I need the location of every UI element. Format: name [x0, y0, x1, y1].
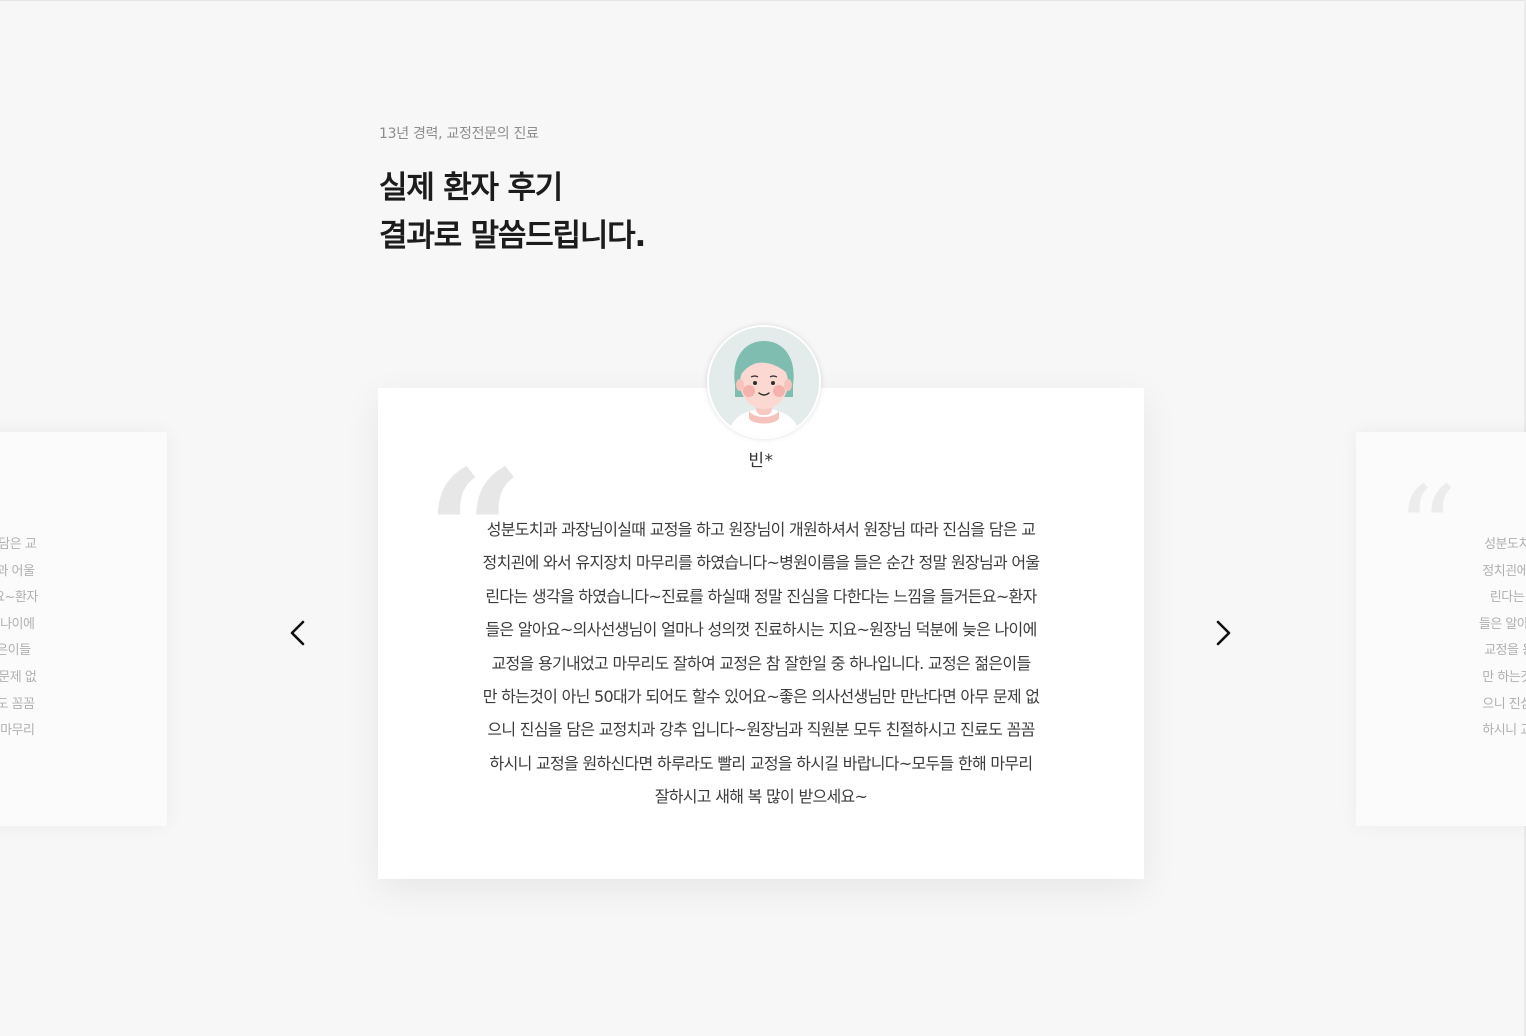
section-title: 실제 환자 후기 결과로 말씀드립니다.: [379, 164, 646, 260]
review-line: 성분도치과 과장님이실때 교정을 하고 원장님이 개원하셔서 원장님 따라 진심…: [486, 520, 1036, 539]
reviewer-name: 빈*: [748, 451, 774, 471]
review-line: 잘하시고 새해 복 많이 받으세요~: [654, 787, 868, 807]
patient-avatar-icon: [707, 325, 821, 439]
review-line: 만 하는것이 아닌 50대가 되어도 할수 있어요~좋은 의사선생님만 만난다면…: [482, 687, 1040, 707]
review-line: 정치괸에 와서 유지장치 마무리를 하였습니다~병원이름을 들은 순간 정말 원…: [482, 553, 1041, 573]
review-card-previous[interactable]: 따라 진심을 담은 교 정말 원장님과 어울 심을 들거든요~환자 덕분에 늦은…: [0, 432, 167, 826]
chevron-right-icon: [1216, 620, 1231, 646]
section-title-line: 실제 환자 후기: [379, 170, 563, 206]
review-line: 들은 알아요~의시: [1478, 616, 1526, 632]
review-card-previous-text: 따라 진심을 담은 교 정말 원장님과 어울 심을 들거든요~환자 덕분에 늦은…: [0, 532, 167, 745]
top-divider: [0, 0, 1526, 1]
prev-review-button[interactable]: [281, 616, 315, 650]
review-line: 따라 진심을 담은 교: [0, 537, 37, 552]
review-line: 만 하는것이 아닌: [1482, 669, 1526, 685]
chevron-left-icon: [290, 620, 305, 646]
review-line: 들은 알아요~의사선생님이 얼마나 성의껏 진료하시는 지요~원장님 덕분에 늦…: [485, 620, 1037, 640]
review-card-next-text: 성분도치과 과장 정치괸에 와서 유 린다는 생각을 들은 알아요~의시 교정을…: [1356, 532, 1526, 745]
review-line: 린다는 생각을: [1489, 590, 1526, 606]
review-line: 덕분에 늦은 나이에: [0, 616, 35, 632]
section-title-line: 결과로 말씀드립니다.: [379, 218, 646, 254]
reviews-section: 13년 경력, 교정전문의 진료 실제 환자 후기 결과로 말씀드립니다. 따라…: [0, 0, 1526, 1036]
review-line: 으니 진심을 담은: [1482, 696, 1526, 712]
review-line: 성분도치과 과장: [1484, 537, 1526, 552]
section-eyebrow: 13년 경력, 교정전문의 진료: [379, 126, 539, 142]
review-card-next[interactable]: “ 성분도치과 과장 정치괸에 와서 유 린다는 생각을 들은 알아요~의시 교…: [1356, 432, 1526, 826]
review-line: 난다면 아무 문제 없: [0, 669, 37, 685]
review-line: 하시니 교정을 원하신다면 하루라도 빨리 교정을 하시길 바랍니다~모두들 한…: [489, 753, 1034, 773]
review-line: 하시니 교정을 원: [1482, 723, 1526, 739]
review-line: 정치괸에 와서 유: [1482, 563, 1526, 579]
review-line: 교정을 용기내었: [1484, 643, 1526, 659]
review-line: 하시고 진료도 꼼꼼: [0, 696, 35, 712]
review-line: 으니 진심을 담은 교정치과 강추 입니다~원장님과 직원분 모두 친절하시고 …: [487, 720, 1035, 740]
review-line: 심을 들거든요~환자: [0, 590, 38, 606]
review-line: 정말 원장님과 어울: [0, 563, 35, 579]
review-line: 린다는 생각을 하였습니다~진료를 하실때 정말 진심을 다한다는 느낌을 들거…: [485, 586, 1037, 606]
review-line: 교정을 용기내었고 마무리도 잘하여 교정은 참 잘한일 중 하나입니다. 교정…: [491, 653, 1032, 673]
next-review-button[interactable]: [1206, 616, 1240, 650]
review-body: 성분도치과 과장님이실때 교정을 하고 원장님이 개원하셔서 원장님 따라 진심…: [438, 513, 1084, 814]
review-card-active: “ 빈* 성분도치과 과장님이실때 교정을 하고 원장님이 개원하셔서 원장님 …: [378, 388, 1144, 879]
review-line: . 교정은 젊은이들: [0, 643, 31, 659]
avatar-illustration: [709, 327, 819, 437]
review-line: 모두들 한해 마무리: [0, 723, 35, 739]
